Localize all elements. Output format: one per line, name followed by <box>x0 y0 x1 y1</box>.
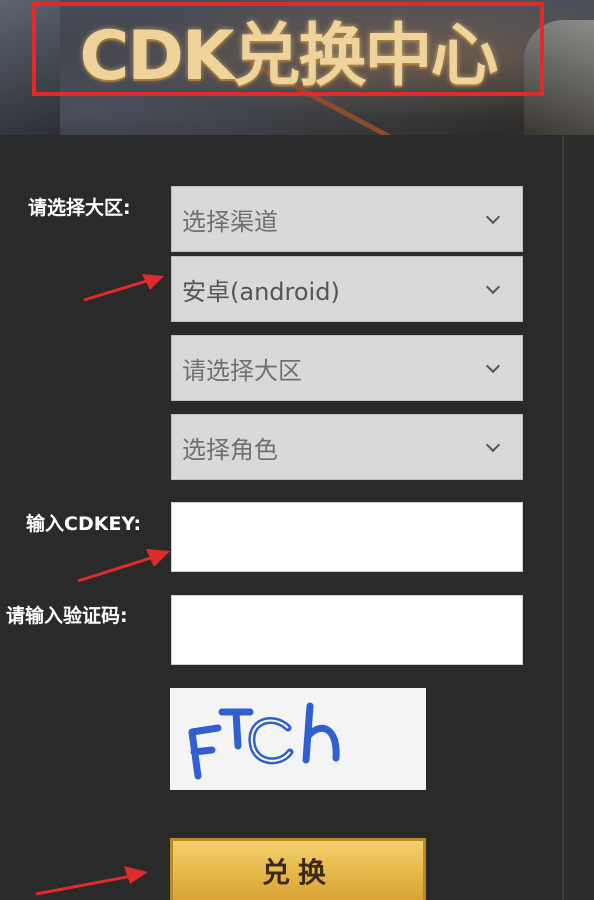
captcha-image[interactable] <box>170 688 426 790</box>
cdkey-input[interactable] <box>171 502 523 572</box>
header-banner: CDK兑换中心 <box>0 0 594 168</box>
role-select[interactable]: 选择角色 <box>171 414 523 480</box>
annotation-arrow-icon <box>35 866 148 896</box>
platform-select-value: 安卓(android) <box>182 277 340 306</box>
annotation-arrow-icon <box>77 549 170 583</box>
region-select[interactable]: 请选择大区 <box>171 335 523 401</box>
chevron-down-icon <box>485 437 501 453</box>
channel-select-value: 选择渠道 <box>182 207 278 236</box>
channel-select[interactable]: 选择渠道 <box>171 186 523 252</box>
chevron-down-icon <box>485 279 501 295</box>
region-select-value: 请选择大区 <box>182 356 302 385</box>
captcha-glyphs <box>188 702 340 780</box>
region-label: 请选择大区: <box>28 197 131 219</box>
title-highlight-box: CDK兑换中心 <box>32 2 544 96</box>
role-select-value: 选择角色 <box>182 435 278 464</box>
captcha-label: 请输入验证码: <box>6 605 128 627</box>
redeem-button[interactable]: 兑换 <box>170 838 426 900</box>
chevron-down-icon <box>485 209 501 225</box>
platform-select[interactable]: 安卓(android) <box>171 256 523 322</box>
cdkey-label: 输入CDKEY: <box>26 513 142 535</box>
annotation-arrow-icon <box>83 274 164 302</box>
page-title: CDK兑换中心 <box>79 16 498 96</box>
captcha-input[interactable] <box>171 595 523 665</box>
redeem-button-label: 兑换 <box>261 855 334 889</box>
chevron-down-icon <box>485 358 501 374</box>
